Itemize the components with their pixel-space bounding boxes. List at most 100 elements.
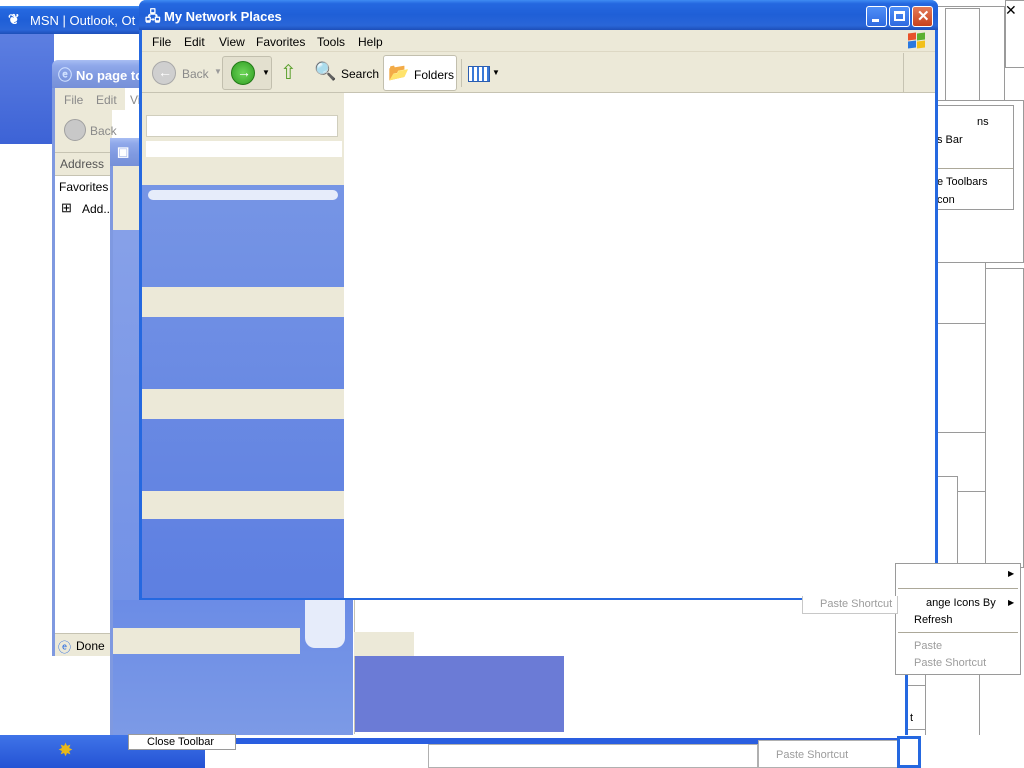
main-menubar: File Edit View Favorites Tools Help [142, 30, 935, 52]
up-folder-icon: ⇧ [280, 62, 297, 84]
task-pane-section-2 [142, 287, 344, 317]
close-x-icon: ✕ [917, 8, 930, 25]
close-icon[interactable]: ✕ [1005, 2, 1017, 19]
ghost-window-5 [936, 262, 986, 324]
forward-arrow-icon: → [231, 61, 255, 85]
network-icon-small: ▣ [117, 144, 130, 159]
main-window-title: My Network Places [164, 9, 282, 24]
ie-menu-edit[interactable]: Edit [96, 93, 117, 107]
context-submenu-arrow-2: ▶ [1008, 598, 1015, 607]
context-refresh[interactable]: Refresh [914, 614, 953, 626]
context-paste-shortcut[interactable]: Paste Shortcut [914, 657, 986, 669]
context-menu-divider-2 [898, 632, 1018, 633]
windows-logo-icon [908, 32, 926, 49]
ie-add-favorite-button[interactable]: Add... [82, 202, 113, 216]
ie-status-text: Done [76, 639, 105, 653]
views-dropdown-icon: ▼ [492, 68, 500, 77]
task-pane-top [142, 93, 344, 185]
folders-icon: 📂 [388, 63, 410, 82]
minimize-button[interactable] [866, 6, 887, 27]
up-folder-button[interactable]: ⇧ [276, 56, 304, 90]
fragment-menu: ns s Bar e Toolbars con [936, 105, 1014, 210]
ghost-context-item: Paste Shortcut [802, 596, 898, 614]
taskbar-ghost-text: Paste Shortcut [776, 749, 849, 761]
lower-callout [305, 600, 345, 648]
start-button[interactable]: ✸ [50, 736, 110, 766]
task-pane-box-2 [146, 141, 342, 157]
taskbar-blue-square [897, 736, 921, 768]
ie-favorites-pane: Favorites ⊞ Add... [55, 175, 113, 633]
task-pane-section-3 [142, 389, 344, 419]
ie-statusbar: ⓔ Done [55, 633, 115, 655]
context-submenu-arrow-1: ▶ [1008, 569, 1015, 578]
folders-button[interactable]: 📂 Folders [383, 55, 457, 91]
context-menu: ▶ ange Icons By ▶ Refresh Paste Paste Sh… [895, 563, 1021, 675]
msn-butterfly-icon: ❦ [8, 11, 20, 27]
views-icon [468, 66, 490, 82]
ie-menu-file[interactable]: File [64, 93, 83, 107]
lower-selection-block [355, 656, 564, 732]
minimize-icon [872, 19, 879, 22]
search-label: Search [341, 67, 380, 81]
toolbar-separator [461, 59, 462, 87]
ghost-window-9 [985, 268, 1024, 568]
main-window-titlebar[interactable]: 🖧 My Network Places ✕ [139, 0, 938, 30]
back-arrow-icon [64, 119, 86, 141]
close-toolbar-label: Close Toolbar [147, 736, 215, 748]
folders-label: Folders [414, 68, 455, 82]
ie-menubar: File Edit Vi [55, 88, 140, 110]
content-area[interactable] [344, 93, 935, 598]
ie-icon: ⓔ [58, 67, 72, 83]
ie-address-bar: Address [55, 152, 115, 174]
msn-window-title: MSN | Outlook, Ot [30, 13, 136, 28]
ie-back-label: Back [90, 124, 117, 138]
ie-favorites-label: Favorites [59, 180, 109, 194]
ie-address-label: Address [60, 157, 105, 171]
main-toolbar: ← Back ▼ → ▼ ⇧ 🔍 Search 📂 Folders ▼ [142, 53, 935, 93]
back-dropdown-icon: ▼ [214, 67, 222, 76]
msn-window-body [0, 34, 54, 144]
back-label: Back [182, 67, 209, 81]
toolbar-end-separator [903, 53, 904, 93]
taskbar-ghost-a [428, 744, 758, 768]
menu-file[interactable]: File [152, 35, 171, 49]
context-arrange-icons[interactable]: ange Icons By [926, 597, 996, 609]
menu-view[interactable]: View [219, 35, 245, 49]
msn-window-titlebar[interactable]: ❦ MSN | Outlook, Ot [0, 6, 150, 34]
close-toolbar-menu-item[interactable]: Close Toolbar [128, 734, 236, 750]
menu-favorites[interactable]: Favorites [256, 35, 305, 49]
forward-dropdown-icon: ▼ [262, 68, 270, 77]
ie-status-icon: ⓔ [58, 640, 72, 655]
back-arrow-icon: ← [152, 61, 176, 85]
ie-window-titlebar[interactable]: ⓔ No page to [52, 60, 142, 88]
back-button[interactable]: ← Back ▼ [148, 56, 222, 90]
menu-edit[interactable]: Edit [184, 35, 205, 49]
ie-window-title: No page to [76, 68, 142, 83]
maximize-button[interactable] [889, 6, 910, 27]
taskbar-ghost-b: Paste Shortcut [758, 740, 898, 768]
task-pane-section-4 [142, 491, 344, 519]
fragment-t: t [910, 712, 914, 724]
forward-button[interactable]: → ▼ [222, 56, 272, 90]
context-paste[interactable]: Paste [914, 640, 942, 652]
views-button[interactable]: ▼ [465, 56, 500, 90]
fragment-menu-line3[interactable]: e Toolbars [937, 176, 988, 188]
context-menu-divider-1 [898, 588, 1018, 589]
fragment-menu-line4[interactable]: con [937, 194, 955, 206]
close-button[interactable]: ✕ [912, 6, 933, 27]
fragment-menu-line2[interactable]: s Bar [937, 134, 963, 146]
search-icon: 🔍 [314, 61, 337, 81]
start-logo-icon: ✸ [58, 740, 74, 760]
search-button[interactable]: 🔍 Search [310, 56, 380, 90]
network-places-icon: 🖧 [145, 8, 161, 24]
maximize-icon [894, 11, 905, 21]
fragment-menu-divider [937, 168, 1013, 169]
task-pane-box-1 [146, 115, 338, 137]
task-pane-group-header-1[interactable] [148, 190, 338, 200]
add-favorite-icon: ⊞ [61, 200, 72, 215]
lower-content-bar [354, 632, 414, 656]
fragment-menu-line1[interactable]: ns [977, 116, 989, 128]
menu-help[interactable]: Help [358, 35, 383, 49]
menu-tools[interactable]: Tools [317, 35, 345, 49]
ghost-paste-shortcut: Paste Shortcut [820, 598, 893, 610]
